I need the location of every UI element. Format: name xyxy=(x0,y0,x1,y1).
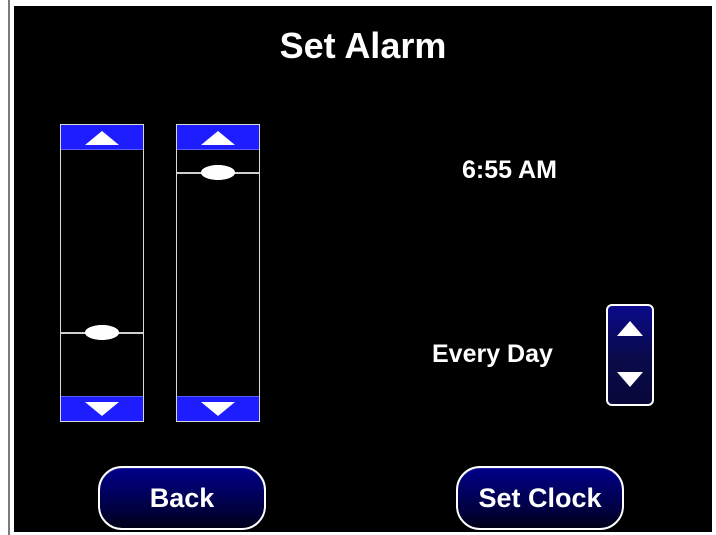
hours-slider[interactable] xyxy=(60,124,144,422)
set-clock-button[interactable]: Set Clock xyxy=(456,466,624,530)
triangle-up-icon xyxy=(85,131,119,145)
left-rule xyxy=(8,0,10,535)
triangle-down-icon xyxy=(617,372,643,387)
alarm-screen: Set Alarm 6:55 AM Every Day Back Set Clo… xyxy=(14,6,712,532)
slider-thumb-icon[interactable] xyxy=(201,165,235,180)
page-title: Set Alarm xyxy=(279,25,447,66)
hours-slider-track[interactable] xyxy=(61,150,143,396)
triangle-up-icon xyxy=(617,321,643,336)
minutes-increment-button[interactable] xyxy=(177,125,259,150)
minutes-decrement-button[interactable] xyxy=(177,396,259,421)
slider-thumb-icon[interactable] xyxy=(85,325,119,340)
repeat-down-button[interactable] xyxy=(608,355,652,404)
triangle-down-icon xyxy=(85,402,119,416)
left-edge xyxy=(0,0,14,535)
repeat-mode-label: Every Day xyxy=(432,340,553,368)
back-button[interactable]: Back xyxy=(98,466,266,530)
repeat-up-button[interactable] xyxy=(608,306,652,355)
hours-decrement-button[interactable] xyxy=(61,396,143,421)
triangle-up-icon xyxy=(201,131,235,145)
triangle-down-icon xyxy=(201,402,235,416)
repeat-mode-stepper[interactable] xyxy=(606,304,654,406)
alarm-time-readout: 6:55 AM xyxy=(462,156,557,184)
hours-increment-button[interactable] xyxy=(61,125,143,150)
minutes-slider[interactable] xyxy=(176,124,260,422)
minutes-slider-track[interactable] xyxy=(177,150,259,396)
